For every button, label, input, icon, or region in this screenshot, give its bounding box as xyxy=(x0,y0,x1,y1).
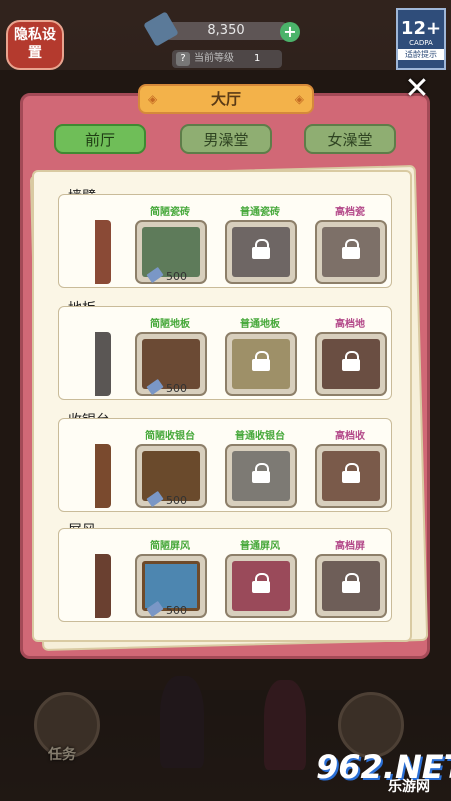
add-coins-button[interactable]: + xyxy=(280,22,300,42)
help-icon[interactable]: ? xyxy=(176,52,190,66)
price-value: 500 xyxy=(166,604,187,617)
item-name: 高档瓷 xyxy=(335,207,365,218)
item-normal-tiles[interactable] xyxy=(225,220,297,284)
lock-icon xyxy=(251,463,271,483)
item-name: 简陋瓷砖 xyxy=(150,207,190,218)
level-value: 1 xyxy=(254,53,261,64)
age-note: 适龄提示 xyxy=(398,49,444,60)
category-walls: 简陋瓷砖 普通瓷砖 高档瓷 xyxy=(58,194,392,288)
category-screen: 简陋屏风 普通屏风 高档屏 xyxy=(58,528,392,622)
item-price: 500 xyxy=(146,266,187,284)
lock-icon xyxy=(251,239,271,259)
age-rating-badge: 12+ CADPA 适龄提示 xyxy=(396,8,446,70)
lock-icon xyxy=(251,351,271,371)
item-name: 普通地板 xyxy=(240,319,280,330)
previous-item-preview xyxy=(95,332,111,396)
tab-womens-bath[interactable]: 女澡堂 xyxy=(304,124,396,154)
ticket-icon xyxy=(146,490,164,508)
level-label: 当前等级 xyxy=(194,53,234,64)
item-premium-tiles[interactable] xyxy=(315,220,387,284)
category-floors: 简陋地板 普通地板 高档地 xyxy=(58,306,392,400)
item-name: 高档收 xyxy=(335,431,365,442)
previous-item-preview xyxy=(95,554,111,618)
price-value: 500 xyxy=(166,382,187,395)
watermark-sub: 乐游网 xyxy=(388,779,430,795)
item-price: 500 xyxy=(146,490,187,508)
item-name: 简陋屏风 xyxy=(150,541,190,552)
level-display: ? 当前等级 1 xyxy=(172,50,282,68)
item-name: 简陋收银台 xyxy=(145,431,195,442)
tab-front-hall[interactable]: 前厅 xyxy=(54,124,146,154)
ticket-icon xyxy=(146,600,164,618)
item-name: 简陋地板 xyxy=(150,319,190,330)
lock-icon xyxy=(341,239,361,259)
panel-title: 大厅 xyxy=(138,84,314,114)
item-name: 普通收银台 xyxy=(235,431,285,442)
price-value: 500 xyxy=(166,270,187,283)
ticket-icon xyxy=(146,266,164,284)
privacy-settings-button[interactable]: 隐私设置 xyxy=(6,20,64,70)
close-icon[interactable]: ✕ xyxy=(402,74,432,104)
item-normal-screen[interactable] xyxy=(225,554,297,618)
item-premium-screen[interactable] xyxy=(315,554,387,618)
item-name: 普通屏风 xyxy=(240,541,280,552)
lock-icon xyxy=(341,463,361,483)
lock-icon xyxy=(341,573,361,593)
item-name: 高档屏 xyxy=(335,541,365,552)
ticket-icon xyxy=(146,378,164,396)
coin-counter: 8,350 xyxy=(162,22,290,40)
tab-mens-bath[interactable]: 男澡堂 xyxy=(180,124,272,154)
item-normal-floor[interactable] xyxy=(225,332,297,396)
item-premium-cashier[interactable] xyxy=(315,444,387,508)
lock-icon xyxy=(251,573,271,593)
item-premium-floor[interactable] xyxy=(315,332,387,396)
price-value: 500 xyxy=(166,494,187,507)
item-name: 普通瓷砖 xyxy=(240,207,280,218)
item-price: 500 xyxy=(146,378,187,396)
age-org: CADPA xyxy=(409,39,433,47)
site-watermark: 962.NET 乐游网 xyxy=(316,748,451,795)
item-name: 高档地 xyxy=(335,319,365,330)
watermark-main: 962.NET xyxy=(316,748,451,786)
previous-item-preview xyxy=(95,220,111,284)
age-rating: 12+ xyxy=(400,18,442,39)
lock-icon xyxy=(341,351,361,371)
previous-item-preview xyxy=(95,444,111,508)
item-normal-cashier[interactable] xyxy=(225,444,297,508)
category-cashier: 简陋收银台 普通收银台 高档收 xyxy=(58,418,392,512)
item-price: 500 xyxy=(146,600,187,618)
